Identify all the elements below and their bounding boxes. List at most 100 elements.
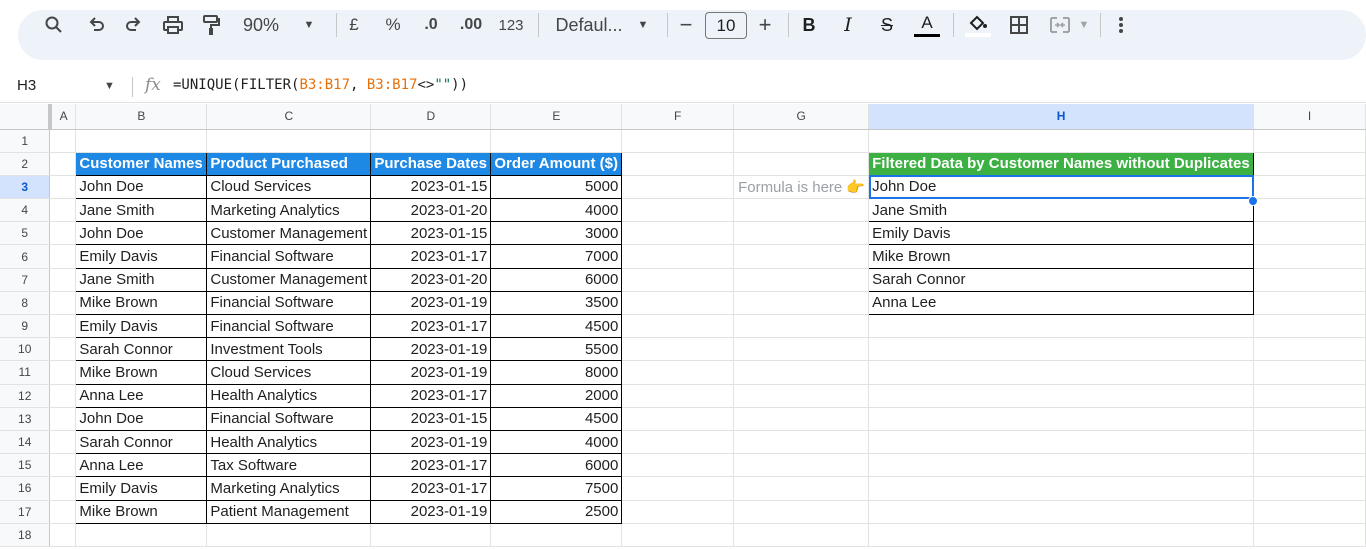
cell-e11[interactable]: 8000 xyxy=(490,360,623,385)
cell-h2[interactable]: Filtered Data by Customer Names without … xyxy=(868,151,1255,176)
cell-e4[interactable]: 4000 xyxy=(490,198,623,223)
formula-note[interactable]: Formula is here 👉 xyxy=(733,175,870,200)
cell-c9[interactable]: Financial Software xyxy=(206,313,372,339)
cell-a17[interactable] xyxy=(49,500,77,524)
column-header-f[interactable]: F xyxy=(621,104,735,130)
cell-i8[interactable] xyxy=(1253,291,1366,316)
cell-e1[interactable] xyxy=(490,129,623,153)
cell-g6[interactable] xyxy=(733,244,870,269)
cell-d15[interactable]: 2023-01-17 xyxy=(370,453,492,478)
cell-h5[interactable]: Emily Davis xyxy=(868,221,1255,246)
cell-f5[interactable] xyxy=(621,221,735,246)
cell-b15[interactable]: Anna Lee xyxy=(75,453,208,478)
cell-f10[interactable] xyxy=(621,337,735,362)
cell-g8[interactable] xyxy=(733,291,870,316)
zoom-chevron-down-icon[interactable]: ▼ xyxy=(300,0,318,50)
redo-icon[interactable] xyxy=(122,0,146,50)
cell-c14[interactable]: Health Analytics xyxy=(206,429,372,455)
cell-b14[interactable]: Sarah Connor xyxy=(75,429,208,455)
cell-a4[interactable] xyxy=(49,198,77,223)
cell-a2[interactable] xyxy=(49,152,77,176)
cell-g17[interactable] xyxy=(733,500,870,524)
cell-d1[interactable] xyxy=(370,129,492,153)
row-header[interactable]: 2 xyxy=(0,152,51,176)
cell-h12[interactable] xyxy=(868,384,1255,408)
decrease-decimal-button[interactable]: .0 xyxy=(418,0,444,50)
cell-e2[interactable]: Order Amount ($) xyxy=(490,151,623,176)
cell-f13[interactable] xyxy=(621,407,735,431)
cell-e14[interactable]: 4000 xyxy=(490,429,623,455)
row-header[interactable]: 1 xyxy=(0,129,51,153)
cell-c1[interactable] xyxy=(206,129,372,153)
cell-e3[interactable]: 5000 xyxy=(490,174,623,200)
cell-e13[interactable]: 4500 xyxy=(490,406,623,431)
row-header[interactable]: 10 xyxy=(0,337,51,362)
cell-c16[interactable]: Marketing Analytics xyxy=(206,476,372,501)
cell-c4[interactable]: Marketing Analytics xyxy=(206,198,372,223)
cell-i10[interactable] xyxy=(1253,337,1366,362)
cell-e10[interactable]: 5500 xyxy=(490,337,623,362)
cell-d18[interactable] xyxy=(370,523,492,547)
row-header[interactable]: 16 xyxy=(0,476,51,501)
cell-c15[interactable]: Tax Software xyxy=(206,453,372,478)
cell-h10[interactable] xyxy=(868,337,1255,362)
cell-d6[interactable]: 2023-01-17 xyxy=(370,244,492,269)
cell-e15[interactable]: 6000 xyxy=(490,453,623,478)
text-color-button[interactable]: A xyxy=(913,0,941,50)
cell-g11[interactable] xyxy=(733,360,870,385)
strikethrough-button[interactable]: S xyxy=(876,0,898,50)
cell-h15[interactable] xyxy=(868,453,1255,478)
cell-g1[interactable] xyxy=(733,129,870,153)
cell-h11[interactable] xyxy=(868,360,1255,385)
cell-b1[interactable] xyxy=(75,129,208,153)
cell-b12[interactable]: Anna Lee xyxy=(75,383,208,408)
row-header[interactable]: 17 xyxy=(0,500,51,524)
format-currency-button[interactable]: £ xyxy=(344,0,364,50)
cell-b9[interactable]: Emily Davis xyxy=(75,313,208,339)
print-icon[interactable] xyxy=(161,0,185,50)
cell-i6[interactable] xyxy=(1253,244,1366,269)
cell-f18[interactable] xyxy=(621,523,735,547)
cell-g15[interactable] xyxy=(733,453,870,478)
cell-h4[interactable]: Jane Smith xyxy=(868,198,1255,223)
name-box-chevron-down-icon[interactable]: ▼ xyxy=(104,80,115,92)
cell-a16[interactable] xyxy=(49,476,77,501)
cell-g5[interactable] xyxy=(733,221,870,246)
cell-b3[interactable]: John Doe xyxy=(75,174,208,200)
cell-a10[interactable] xyxy=(49,337,77,362)
increase-decimal-button[interactable]: .00 xyxy=(458,0,484,50)
cell-e9[interactable]: 4500 xyxy=(490,313,623,339)
row-header[interactable]: 18 xyxy=(0,523,51,547)
cell-g2[interactable] xyxy=(733,152,870,176)
row-header[interactable]: 7 xyxy=(0,268,51,292)
cell-b10[interactable]: Sarah Connor xyxy=(75,337,208,362)
cell-e5[interactable]: 3000 xyxy=(490,221,623,246)
merge-cells-icon[interactable] xyxy=(1046,0,1074,50)
italic-button[interactable]: I xyxy=(837,0,859,50)
column-header-d[interactable]: D xyxy=(370,104,492,130)
active-cell-h3[interactable]: John Doe xyxy=(868,174,1255,200)
cell-d12[interactable]: 2023-01-17 xyxy=(370,383,492,408)
row-header[interactable]: 3 xyxy=(0,175,51,200)
cell-i16[interactable] xyxy=(1253,476,1366,501)
cell-i15[interactable] xyxy=(1253,453,1366,478)
cell-g4[interactable] xyxy=(733,198,870,223)
cell-i1[interactable] xyxy=(1253,129,1366,153)
cell-h13[interactable] xyxy=(868,407,1255,431)
cell-d2[interactable]: Purchase Dates xyxy=(370,151,492,176)
cell-g7[interactable] xyxy=(733,268,870,292)
cell-i17[interactable] xyxy=(1253,500,1366,524)
cell-a9[interactable] xyxy=(49,314,77,339)
zoom-select[interactable]: 90% xyxy=(240,0,282,50)
cell-d10[interactable]: 2023-01-19 xyxy=(370,337,492,362)
cell-c5[interactable]: Customer Management xyxy=(206,221,372,246)
cell-d8[interactable]: 2023-01-19 xyxy=(370,290,492,316)
column-header-h[interactable]: H xyxy=(868,104,1255,130)
cell-c10[interactable]: Investment Tools xyxy=(206,337,372,362)
select-all-corner[interactable] xyxy=(0,104,52,130)
row-header[interactable]: 5 xyxy=(0,221,51,246)
cell-g9[interactable] xyxy=(733,314,870,339)
cell-i4[interactable] xyxy=(1253,198,1366,223)
cell-f14[interactable] xyxy=(621,430,735,455)
row-header[interactable]: 12 xyxy=(0,384,51,408)
